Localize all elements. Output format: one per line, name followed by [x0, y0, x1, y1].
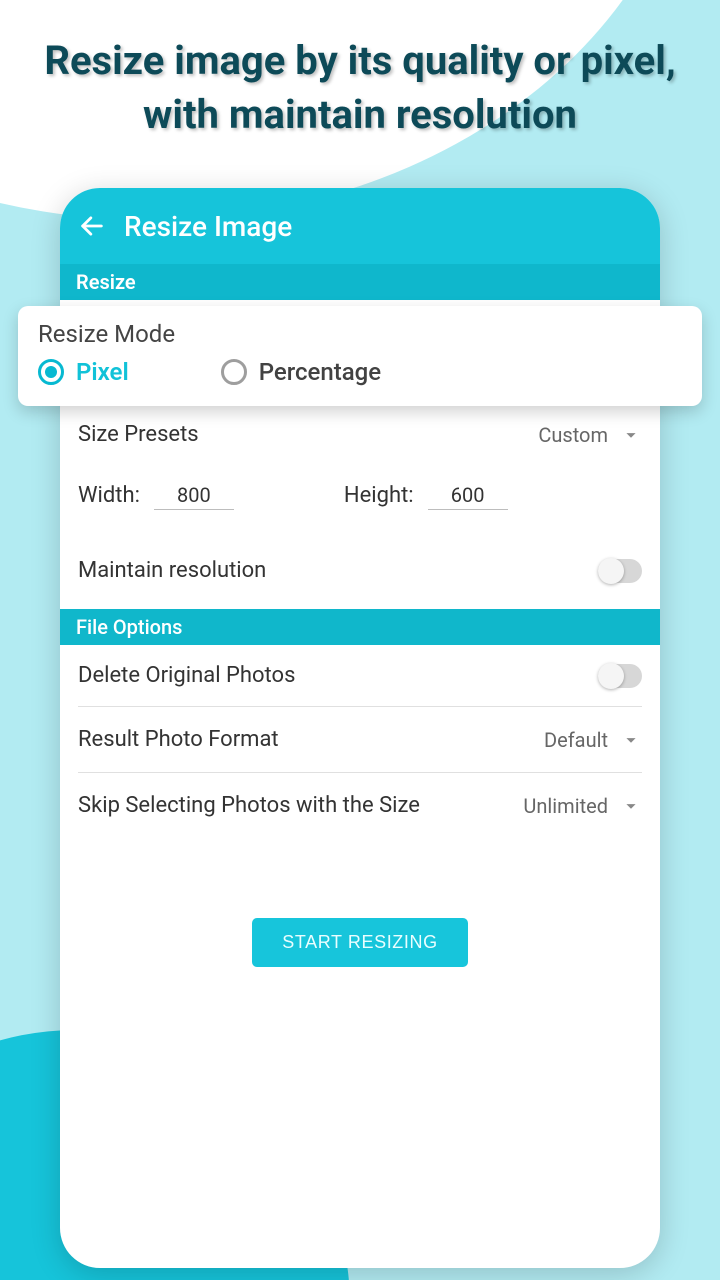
- maintain-resolution-toggle[interactable]: [598, 559, 642, 583]
- height-input[interactable]: [428, 483, 508, 510]
- mode-percentage-option[interactable]: Percentage: [221, 358, 381, 386]
- width-label: Width:: [78, 483, 140, 508]
- radio-unselected-icon: [221, 359, 247, 385]
- resize-mode-title: Resize Mode: [38, 320, 682, 348]
- section-resize: Resize: [60, 264, 660, 300]
- result-format-label: Result Photo Format: [78, 727, 279, 752]
- chevron-down-icon: [620, 729, 642, 751]
- app-bar: Resize Image: [60, 188, 660, 264]
- size-presets-label: Size Presets: [78, 422, 199, 447]
- resize-mode-card: Resize Mode Pixel Percentage: [18, 306, 702, 406]
- size-presets-value: Custom: [538, 423, 608, 447]
- mode-pixel-option[interactable]: Pixel: [38, 358, 129, 386]
- promo-headline: Resize image by its quality or pixel, wi…: [0, 34, 720, 142]
- delete-original-label: Delete Original Photos: [78, 663, 295, 688]
- skip-size-label: Skip Selecting Photos with the Size: [78, 793, 420, 818]
- radio-selected-icon: [38, 359, 64, 385]
- chevron-down-icon: [620, 424, 642, 446]
- skip-size-row[interactable]: Skip Selecting Photos with the Size Unli…: [78, 773, 642, 838]
- result-format-value: Default: [544, 728, 608, 752]
- height-label: Height:: [344, 483, 414, 508]
- skip-size-value: Unlimited: [523, 794, 608, 818]
- chevron-down-icon: [620, 795, 642, 817]
- maintain-resolution-row: Maintain resolution: [78, 540, 642, 609]
- result-format-row[interactable]: Result Photo Format Default: [78, 707, 642, 773]
- maintain-resolution-label: Maintain resolution: [78, 558, 266, 583]
- back-arrow-icon[interactable]: [78, 212, 106, 240]
- delete-original-row: Delete Original Photos: [78, 645, 642, 707]
- section-file-options: File Options: [60, 609, 660, 645]
- app-bar-title: Resize Image: [124, 210, 292, 243]
- mode-pixel-label: Pixel: [76, 358, 129, 386]
- start-resizing-button[interactable]: START RESIZING: [252, 918, 467, 967]
- delete-original-toggle[interactable]: [598, 664, 642, 688]
- width-input[interactable]: [154, 483, 234, 510]
- mode-percentage-label: Percentage: [259, 358, 381, 386]
